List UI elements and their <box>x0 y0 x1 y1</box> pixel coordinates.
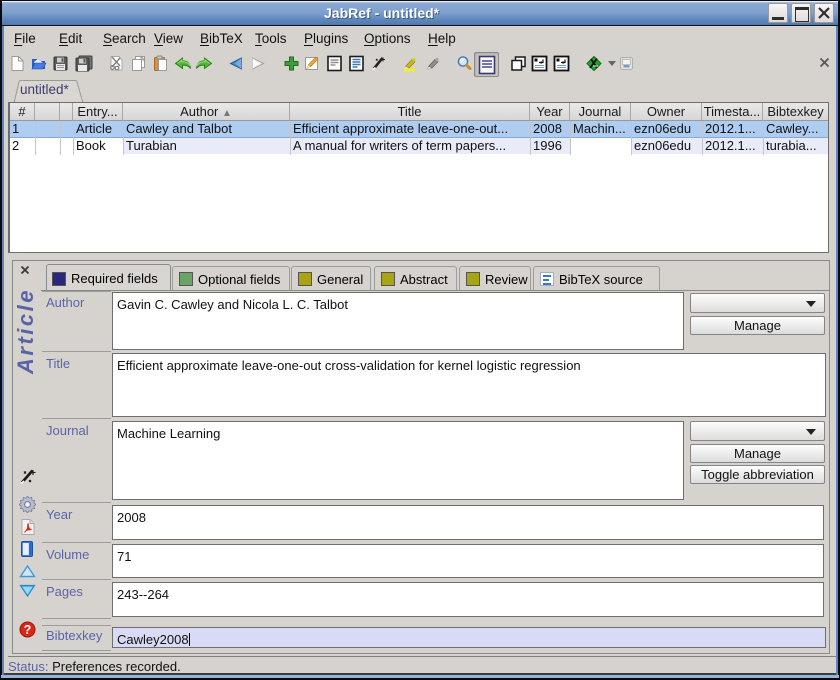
svg-text:?: ? <box>24 623 32 637</box>
